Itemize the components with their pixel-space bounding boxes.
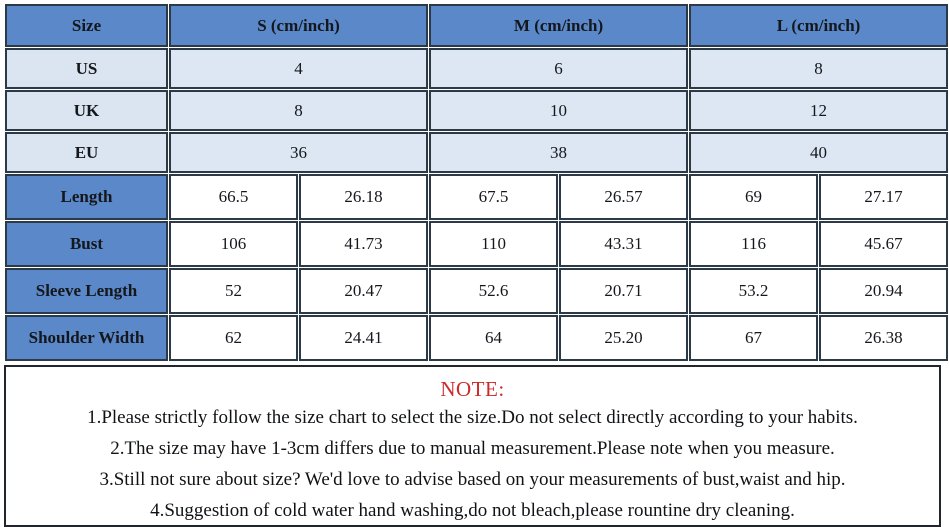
cell-length-m-in: 26.57 xyxy=(559,174,689,220)
cell-shoulder-s-cm: 62 xyxy=(169,315,298,361)
row-label-us: US xyxy=(5,48,168,89)
cell-uk-m: 10 xyxy=(429,90,689,131)
cell-bust-l-cm: 116 xyxy=(689,221,819,267)
table-row-sleeve-length: Sleeve Length 52 20.47 52.6 20.71 53.2 2… xyxy=(5,268,949,314)
cell-sleeve-l-in: 20.94 xyxy=(819,268,949,314)
row-label-length: Length xyxy=(5,174,168,220)
cell-sleeve-m-cm: 52.6 xyxy=(429,268,559,314)
cell-bust-l-in: 45.67 xyxy=(819,221,949,267)
table-row-bust: Bust 106 41.73 110 43.31 116 45.67 xyxy=(5,221,949,267)
cell-sleeve-m-in: 20.71 xyxy=(559,268,689,314)
cell-bust-s-in: 41.73 xyxy=(299,221,429,267)
cell-sleeve-s-cm: 52 xyxy=(169,268,298,314)
header-cell-size: Size xyxy=(5,4,168,47)
table-row-us: US 4 6 8 xyxy=(5,48,949,89)
cell-shoulder-l-cm: 67 xyxy=(689,315,819,361)
header-cell-l: L (cm/inch) xyxy=(689,4,949,47)
size-chart-page: Size S (cm/inch) M (cm/inch) L (cm/inch)… xyxy=(0,0,949,527)
table-row-shoulder-width: Shoulder Width 62 24.41 64 25.20 67 26.3… xyxy=(5,315,949,361)
cell-shoulder-l-in: 26.38 xyxy=(819,315,949,361)
cell-bust-m-in: 43.31 xyxy=(559,221,689,267)
cell-bust-s-cm: 106 xyxy=(169,221,298,267)
cell-eu-m: 38 xyxy=(429,132,689,173)
header-cell-m: M (cm/inch) xyxy=(429,4,689,47)
cell-eu-s: 36 xyxy=(169,132,429,173)
cell-length-l-in: 27.17 xyxy=(819,174,949,220)
note-title: NOTE: xyxy=(440,377,505,401)
row-label-uk: UK xyxy=(5,90,168,131)
cell-length-s-in: 26.18 xyxy=(299,174,429,220)
cell-sleeve-l-cm: 53.2 xyxy=(689,268,819,314)
note-line-3: 3.Still not sure about size? We'd love t… xyxy=(99,469,846,490)
note-line-1: 1.Please strictly follow the size chart … xyxy=(87,407,858,428)
cell-shoulder-s-in: 24.41 xyxy=(299,315,429,361)
cell-shoulder-m-cm: 64 xyxy=(429,315,559,361)
cell-uk-s: 8 xyxy=(169,90,429,131)
table-row-eu: EU 36 38 40 xyxy=(5,132,949,173)
table-row-uk: UK 8 10 12 xyxy=(5,90,949,131)
row-label-eu: EU xyxy=(5,132,168,173)
cell-us-l: 8 xyxy=(689,48,949,89)
row-label-sleeve-length: Sleeve Length xyxy=(5,268,168,314)
cell-shoulder-m-in: 25.20 xyxy=(559,315,689,361)
cell-length-l-cm: 69 xyxy=(689,174,819,220)
cell-sleeve-s-in: 20.47 xyxy=(299,268,429,314)
cell-us-s: 4 xyxy=(169,48,429,89)
cell-length-m-cm: 67.5 xyxy=(429,174,559,220)
note-box: NOTE: 1.Please strictly follow the size … xyxy=(4,365,941,527)
header-cell-s: S (cm/inch) xyxy=(169,4,429,47)
row-label-shoulder-width: Shoulder Width xyxy=(5,315,168,361)
cell-bust-m-cm: 110 xyxy=(429,221,559,267)
size-chart-table: Size S (cm/inch) M (cm/inch) L (cm/inch)… xyxy=(4,3,949,362)
table-header-row: Size S (cm/inch) M (cm/inch) L (cm/inch) xyxy=(5,4,949,47)
row-label-bust: Bust xyxy=(5,221,168,267)
cell-us-m: 6 xyxy=(429,48,689,89)
note-line-2: 2.The size may have 1-3cm differs due to… xyxy=(110,438,835,459)
cell-uk-l: 12 xyxy=(689,90,949,131)
table-row-length: Length 66.5 26.18 67.5 26.57 69 27.17 xyxy=(5,174,949,220)
cell-length-s-cm: 66.5 xyxy=(169,174,298,220)
note-line-4: 4.Suggestion of cold water hand washing,… xyxy=(150,500,795,521)
cell-eu-l: 40 xyxy=(689,132,949,173)
